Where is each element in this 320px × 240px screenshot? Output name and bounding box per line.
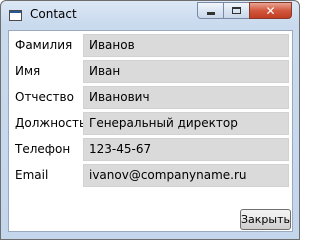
first-name-label: Имя bbox=[15, 64, 41, 78]
maximize-button[interactable] bbox=[223, 2, 249, 19]
app-window-icon bbox=[9, 10, 22, 21]
email-label: Email bbox=[15, 168, 49, 182]
close-button[interactable]: Закрыть bbox=[240, 209, 291, 230]
contact-window: Contact ✕ Фамилия Иванов Имя Иван Отчест… bbox=[0, 0, 300, 240]
email-field[interactable]: ivanov@companyname.ru bbox=[83, 164, 289, 187]
form-row-phone: Телефон 123-45-67 bbox=[9, 138, 294, 161]
form-row-first-name: Имя Иван bbox=[9, 60, 294, 83]
caption-buttons: ✕ bbox=[197, 2, 292, 19]
last-name-label: Фамилия bbox=[15, 38, 73, 52]
minimize-button[interactable] bbox=[197, 2, 223, 19]
window-title: Contact bbox=[30, 7, 77, 21]
close-icon: ✕ bbox=[265, 3, 276, 18]
phone-label: Телефон bbox=[15, 142, 71, 156]
patronymic-field[interactable]: Иванович bbox=[83, 86, 289, 109]
last-name-field[interactable]: Иванов bbox=[83, 34, 289, 57]
minimize-icon bbox=[206, 12, 215, 15]
position-label: Должность bbox=[15, 116, 87, 130]
patronymic-label: Отчество bbox=[15, 90, 74, 104]
title-bar[interactable]: Contact ✕ bbox=[1, 1, 299, 29]
form-row-patronymic: Отчество Иванович bbox=[9, 86, 294, 109]
form-panel: Фамилия Иванов Имя Иван Отчество Иванови… bbox=[8, 30, 293, 232]
form-row-email: Email ivanov@companyname.ru bbox=[9, 164, 294, 187]
maximize-icon bbox=[232, 7, 241, 14]
form-row-last-name: Фамилия Иванов bbox=[9, 34, 294, 57]
first-name-field[interactable]: Иван bbox=[83, 60, 289, 83]
position-field[interactable]: Генеральный директор bbox=[83, 112, 289, 135]
close-window-button[interactable]: ✕ bbox=[249, 2, 292, 19]
form-row-position: Должность Генеральный директор bbox=[9, 112, 294, 135]
phone-field[interactable]: 123-45-67 bbox=[83, 138, 289, 161]
